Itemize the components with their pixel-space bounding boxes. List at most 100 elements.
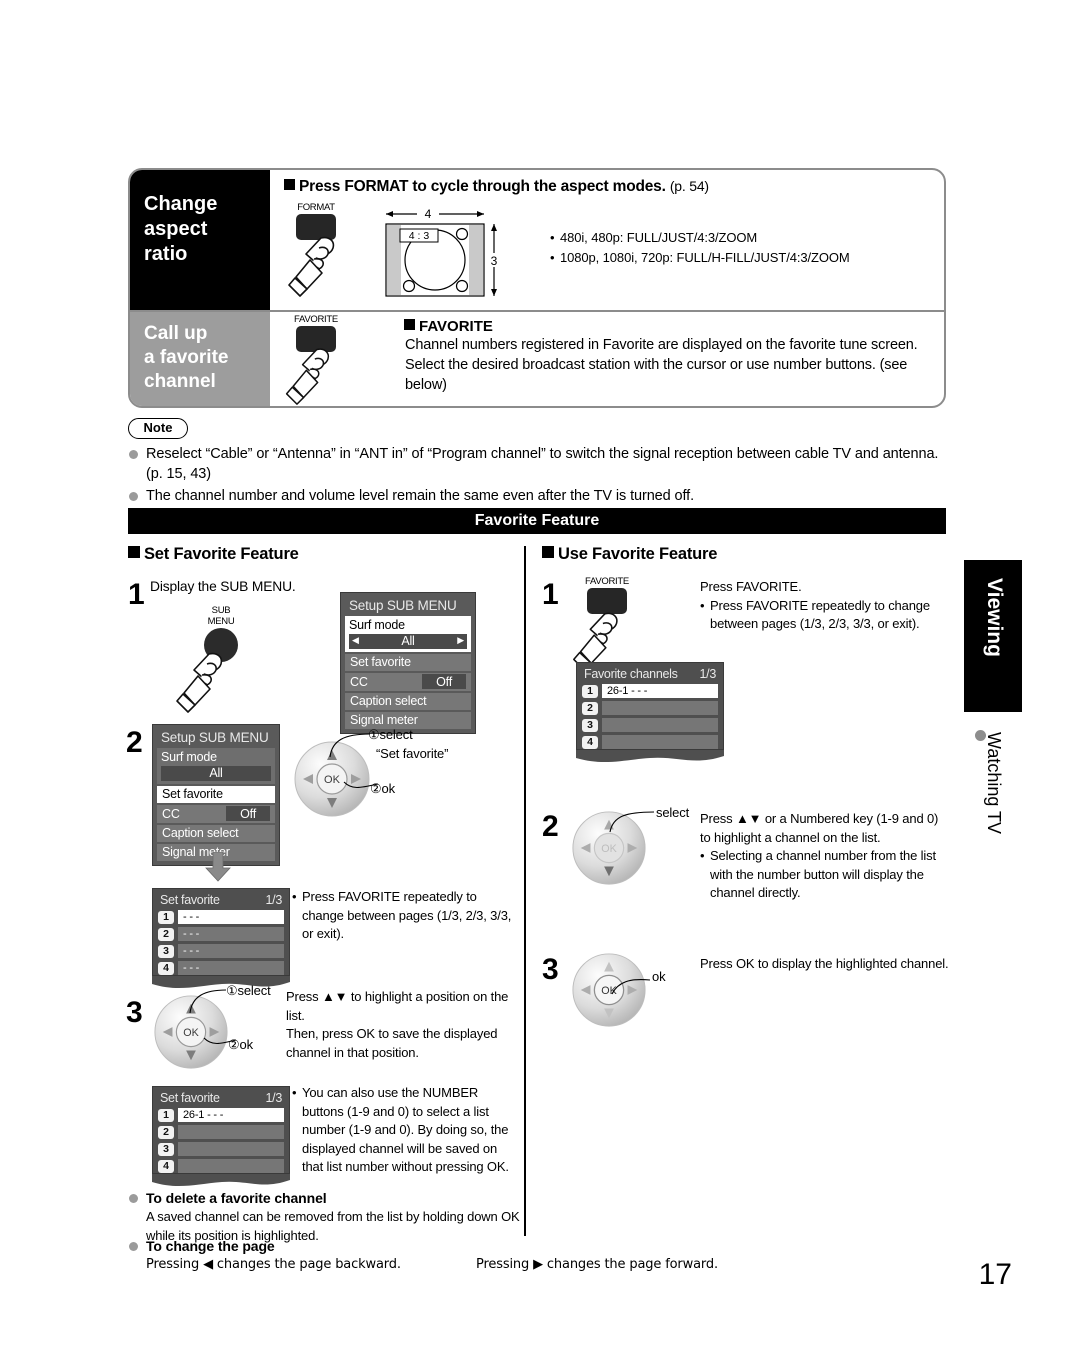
- osd-list-index: 2: [582, 701, 598, 715]
- favorite-side-line-1: Call up: [144, 323, 208, 344]
- osd-list-value: - - -: [178, 944, 284, 958]
- osd-list: Set favorite 1/3 1 26-1 - - - 2 3 4: [152, 1086, 290, 1174]
- torn-edge-decoration: [576, 750, 724, 763]
- black-square-bullet-icon: [404, 319, 415, 330]
- set-favorite-list-osd-1: Set favorite 1/3 1 - - - 2 - - - 3 - - -…: [152, 888, 290, 990]
- osd-list-item[interactable]: 2: [582, 701, 718, 715]
- osd-row-surf-mode[interactable]: Surf mode ◀ All ▶: [345, 616, 471, 652]
- favorite-description-block: FAVORITE Channel numbers registered in F…: [404, 316, 934, 395]
- osd-list-item[interactable]: 1 - - -: [158, 910, 284, 924]
- top-instruction-panel: Change aspect ratio Press FORMAT to cycl…: [128, 168, 946, 408]
- use-favorite-section: Use Favorite Feature: [542, 545, 942, 564]
- pointing-hand-icon: [176, 652, 223, 713]
- osd-row-caption-select[interactable]: Caption select: [345, 692, 471, 710]
- osd-list-item[interactable]: 3: [582, 718, 718, 732]
- osd-list-value: [602, 735, 718, 749]
- step2-pad-select-note: ①select “Set favorite”: [368, 726, 448, 763]
- left-arrow-icon: ◀: [352, 634, 359, 645]
- step2-pad-ok-note: ②ok: [370, 781, 395, 796]
- sidebar-tab-label: Viewing: [983, 578, 1006, 657]
- osd-list-header: Set favorite 1/3: [158, 1091, 284, 1108]
- use-step3-pad-note: ok: [652, 969, 666, 984]
- step3-tip: You can also use the NUMBER buttons (1-9…: [292, 1084, 514, 1177]
- use-step3-instruction: Press OK to display the highlighted chan…: [700, 956, 949, 971]
- column-divider: [524, 546, 526, 1236]
- osd-row-set-favorite[interactable]: Set favorite: [345, 653, 471, 671]
- osd-list-item[interactable]: 1 26-1 - - -: [582, 684, 718, 698]
- sidebar-subitem-label: Watching TV: [984, 732, 1004, 835]
- osd-list-index: 3: [158, 1142, 174, 1156]
- aspect-heading: Press FORMAT to cycle through the aspect…: [284, 178, 934, 196]
- osd-row-set-favorite[interactable]: Set favorite: [157, 785, 275, 803]
- osd-list-item[interactable]: 3: [158, 1142, 284, 1156]
- osd-list-page: 1/3: [265, 1091, 283, 1105]
- step3-instruction-line2: Then, press OK to save the displayed cha…: [286, 1026, 498, 1060]
- osd-row-caption-select[interactable]: Caption select: [157, 824, 275, 842]
- step1-instruction: Display the SUB MENU.: [150, 579, 296, 594]
- aspect-modes-list: 480i, 480p: FULL/JUST/4:3/ZOOM 1080p, 10…: [550, 228, 910, 268]
- favorite-side-line-2: a favorite: [144, 347, 229, 368]
- osd-list-page: 1/3: [699, 667, 717, 681]
- osd-list-item[interactable]: 4: [158, 1159, 284, 1173]
- osd-list-item[interactable]: 1 26-1 - - -: [158, 1108, 284, 1122]
- delete-favorite-title: To delete a favorite channel: [128, 1188, 528, 1208]
- osd-row-value: All: [161, 765, 271, 781]
- sub-menu-key-label-1: SUB: [211, 605, 231, 616]
- set-favorite-title-text: Set Favorite Feature: [144, 545, 299, 563]
- pointing-hand-icon: [285, 348, 330, 405]
- osd-list-item[interactable]: 2: [158, 1125, 284, 1139]
- aspect-mode-item: 480i, 480p: FULL/JUST/4:3/ZOOM: [550, 228, 910, 248]
- favorite-body-text: Channel numbers registered in Favorite a…: [405, 337, 918, 393]
- osd-list-index: 1: [582, 684, 598, 698]
- osd-list-value: [602, 718, 718, 732]
- down-arrow-icon: [205, 852, 231, 882]
- sidebar-tab-viewing: Viewing: [964, 560, 1022, 712]
- osd-list-value: [178, 1159, 284, 1173]
- osd-list-title: Set favorite: [160, 893, 220, 907]
- osd-list-value: [178, 1142, 284, 1156]
- osd-row-value: Off: [422, 674, 466, 689]
- set-favorite-section: Set Favorite Feature: [128, 545, 518, 564]
- osd-list-header: Set favorite 1/3: [158, 893, 284, 910]
- aspect-ratio-diagram: 4 4 : 3 3: [385, 207, 501, 297]
- favorite-heading-text: FAVORITE: [419, 318, 493, 335]
- setup-sub-menu-osd-2: Setup SUB MENU Surf mode All Set favorit…: [152, 724, 280, 866]
- osd-row-label: Set favorite: [350, 655, 411, 669]
- aspect-ratio-row: Change aspect ratio Press FORMAT to cycl…: [130, 170, 944, 310]
- callout-leader-lines: [611, 978, 651, 995]
- osd-list-title: Set favorite: [160, 1091, 220, 1105]
- use-step2-tip: Selecting a channel number from the list…: [700, 847, 952, 903]
- favorite-side-label: Call up a favorite channel: [130, 312, 270, 406]
- aspect-heading-text: Press FORMAT to cycle through the aspect…: [299, 178, 666, 195]
- manual-page: Change aspect ratio Press FORMAT to cycl…: [0, 0, 1080, 1363]
- osd-list: Favorite channels 1/3 1 26-1 - - - 2 3 4: [576, 662, 724, 750]
- osd-list-index: 3: [158, 944, 174, 958]
- pointing-hand-icon: [288, 236, 335, 297]
- osd-row-label: Surf mode: [161, 749, 217, 764]
- aspect-side-line-2: aspect: [144, 218, 208, 240]
- osd-list-item[interactable]: 3 - - -: [158, 944, 284, 958]
- step-number: 1: [128, 578, 145, 611]
- osd-row-cc[interactable]: CC Off: [157, 804, 275, 823]
- osd-list-index: 1: [158, 1108, 174, 1122]
- osd-list: Set favorite 1/3 1 - - - 2 - - - 3 - - -…: [152, 888, 290, 976]
- step-number: 2: [126, 726, 143, 759]
- torn-edge-decoration: [152, 1174, 290, 1187]
- osd-row-label: Caption select: [162, 826, 239, 840]
- favorite-channels-osd: Favorite channels 1/3 1 26-1 - - - 2 3 4: [576, 662, 724, 764]
- osd-row-value-wrap[interactable]: ◀ All ▶: [349, 633, 467, 649]
- use-step1-text: Press FAVORITE.: [700, 579, 802, 594]
- note-list: Reselect “Cable” or “Antenna” in “ANT in…: [128, 444, 948, 508]
- osd-row-surf-mode[interactable]: Surf mode All: [157, 748, 275, 784]
- step-number: 3: [126, 996, 143, 1029]
- right-arrow-icon: ▶: [457, 634, 464, 645]
- osd-row-value: Off: [226, 806, 270, 821]
- osd-list-item[interactable]: 2 - - -: [158, 927, 284, 941]
- osd-list-item[interactable]: 4: [582, 735, 718, 749]
- step3-instruction: Press ▲▼ to highlight a position on the …: [286, 988, 516, 1062]
- aspect-page-ref: (p. 54): [669, 178, 709, 194]
- change-page-title: To change the page: [128, 1236, 948, 1256]
- osd-row-cc[interactable]: CC Off: [345, 672, 471, 691]
- osd-list-value: - - -: [178, 910, 284, 924]
- osd-list-item[interactable]: 4 - - -: [158, 961, 284, 975]
